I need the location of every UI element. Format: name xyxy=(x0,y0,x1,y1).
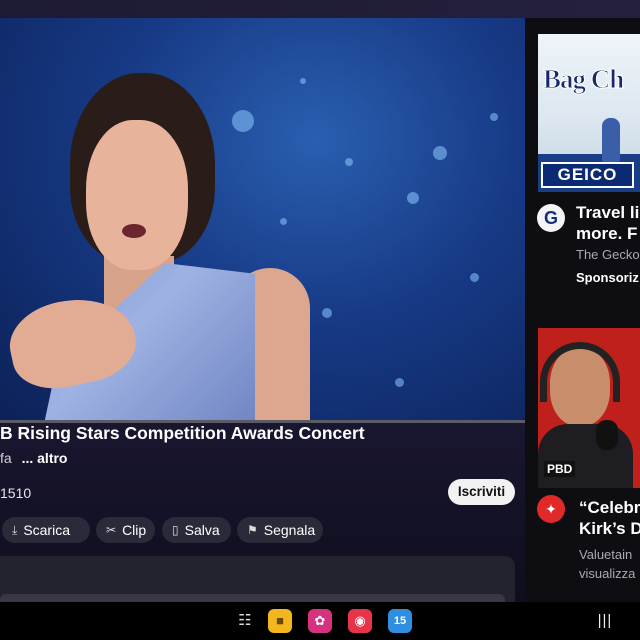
geico-logo: GEICO xyxy=(541,162,634,188)
camera-icon[interactable]: ◉ xyxy=(348,609,372,633)
video-title-2[interactable]: “Celebr Kirk’s D xyxy=(579,497,640,539)
video-channel-2: Valuetain visualizza xyxy=(579,547,636,581)
ad-title[interactable]: Travel li more. F xyxy=(576,202,639,244)
comments-panel[interactable] xyxy=(0,556,515,608)
channel-name[interactable]: fa xyxy=(0,450,12,466)
video-thumbnail[interactable]: PBD xyxy=(538,328,640,488)
save-label: Salva xyxy=(184,522,220,538)
calendar-icon[interactable]: 15 xyxy=(388,609,412,633)
thumbnail-person xyxy=(602,118,620,162)
singer-mouth xyxy=(122,224,146,238)
download-label: Scarica xyxy=(23,522,70,538)
podcast-badge: PBD xyxy=(544,461,576,477)
blossom-icon[interactable]: ✿ xyxy=(308,609,332,633)
clip-button[interactable]: ✂ Clip xyxy=(96,517,155,543)
bookmark-icon: ▯ xyxy=(172,523,179,537)
thumbnail-body xyxy=(538,424,633,488)
video-info-panel: B Rising Stars Competition Awards Concer… xyxy=(0,423,525,608)
subscriber-count: 1510 xyxy=(0,485,32,501)
microphone-icon xyxy=(596,420,618,450)
related-videos-sidebar: Bag Ch GEICO G Travel li more. F The Gec… xyxy=(525,18,640,602)
clip-label: Clip xyxy=(122,522,147,538)
download-button[interactable]: ⤓ Scarica xyxy=(2,517,90,543)
app-grid-icon[interactable]: ☷ xyxy=(233,609,257,633)
video-player[interactable] xyxy=(0,18,525,422)
ad-thumbnail-text: Bag Ch xyxy=(542,64,624,95)
report-label: Segnala xyxy=(263,522,316,538)
flag-icon: ⚑ xyxy=(247,523,258,537)
status-bar xyxy=(0,0,640,18)
save-button[interactable]: ▯ Salva xyxy=(162,517,231,543)
report-button[interactable]: ⚑ Segnala xyxy=(237,517,323,543)
recents-icon[interactable]: ||| xyxy=(593,609,617,633)
ad-thumbnail[interactable]: Bag Ch GEICO xyxy=(538,34,640,192)
advertiser-avatar[interactable]: G xyxy=(537,204,565,232)
subscribe-button[interactable]: Iscriviti xyxy=(448,479,515,505)
ad-channel: The Gecko xyxy=(576,247,640,262)
scissors-icon: ✂ xyxy=(106,523,117,537)
folder-icon[interactable]: ■ xyxy=(268,609,292,633)
download-icon: ⤓ xyxy=(12,523,18,537)
video-title[interactable]: B Rising Stars Competition Awards Concer… xyxy=(0,423,365,444)
sponsored-label: Sponsoriz xyxy=(576,270,639,285)
headphones-icon xyxy=(540,342,620,402)
taskbar: ☷ ■ ✿ ◉ 15 ||| xyxy=(0,602,640,640)
channel-row: fa ... altro xyxy=(0,450,67,466)
more-link[interactable]: ... altro xyxy=(22,450,68,466)
channel-avatar-icon[interactable]: ✦ xyxy=(537,495,565,523)
singer-face xyxy=(86,120,188,270)
